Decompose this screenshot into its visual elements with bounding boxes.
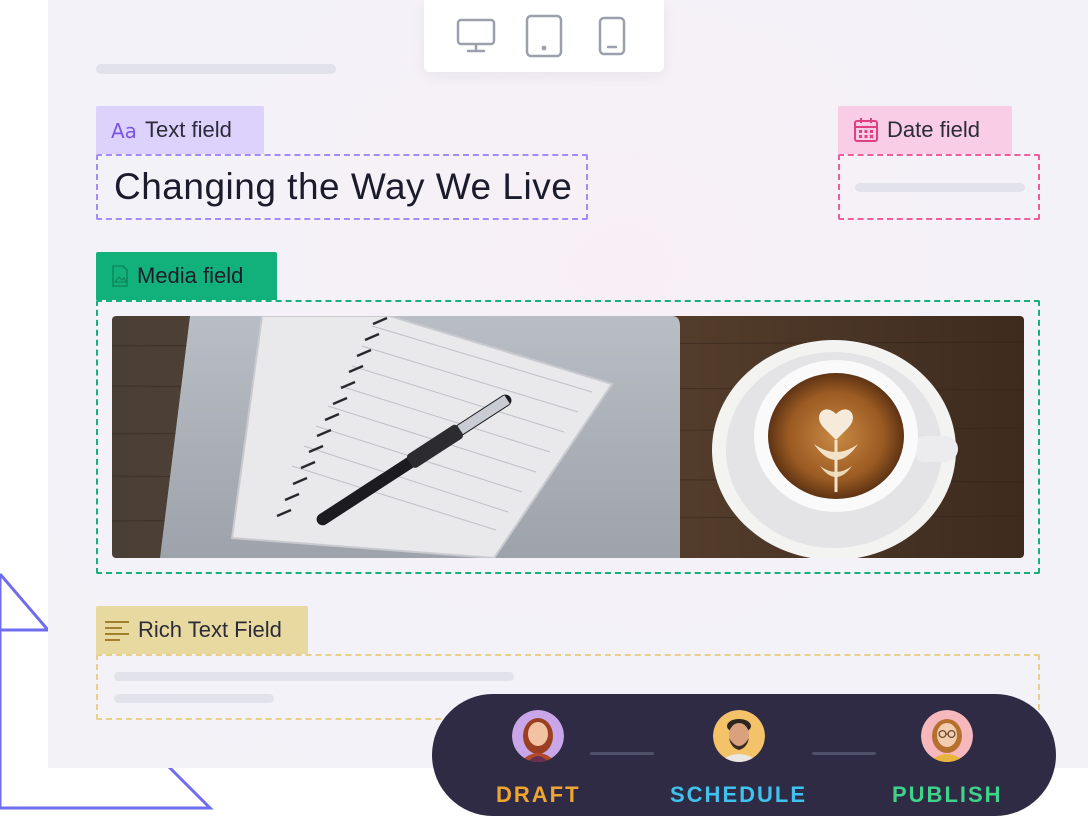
date-placeholder-line: [855, 183, 1025, 192]
text-lines-icon: [104, 619, 130, 641]
media-field-tag: Media field: [96, 252, 277, 300]
workflow-connector-2: [812, 752, 876, 755]
media-image-notebook-coffee[interactable]: [112, 316, 1024, 558]
svg-text:Aa: Aa: [111, 119, 137, 141]
calendar-icon: [853, 117, 879, 143]
media-field-label: Media field: [137, 263, 244, 288]
rich-text-placeholder-line-1: [114, 672, 514, 681]
stage-schedule-label: SCHEDULE: [670, 782, 808, 807]
rich-text-field-tag: Rich Text Field: [96, 606, 308, 654]
date-field-label: Date field: [887, 117, 980, 142]
date-field-tag: Date field: [838, 106, 1012, 154]
text-field-input[interactable]: Changing the Way We Live: [96, 154, 588, 220]
desktop-view-button[interactable]: [451, 11, 501, 61]
text-field-tag: Aa Text field: [96, 106, 264, 154]
avatar-woman-glasses: [921, 710, 974, 762]
publishing-workflow: DRAFT SCHEDULE PUBLISH: [432, 694, 1056, 816]
workflow-connector-1: [590, 752, 654, 755]
title-placeholder-line: [96, 64, 336, 74]
stage-draft[interactable]: DRAFT: [496, 710, 581, 808]
stage-draft-label: DRAFT: [496, 782, 581, 807]
date-field-input[interactable]: [838, 154, 1040, 220]
media-field-dropzone[interactable]: [96, 300, 1040, 574]
mobile-view-button[interactable]: [587, 11, 637, 61]
mobile-icon: [598, 16, 626, 56]
text-field-value: Changing the Way We Live: [114, 166, 573, 207]
text-field-label: Text field: [145, 117, 232, 142]
avatar-woman-red-hair: [512, 710, 565, 762]
tablet-icon: [525, 14, 563, 58]
stage-schedule[interactable]: SCHEDULE: [670, 710, 807, 808]
rich-text-placeholder-line-2: [114, 694, 274, 703]
stage-publish-label: PUBLISH: [892, 782, 1003, 807]
rich-text-field-label: Rich Text Field: [138, 617, 282, 642]
desktop-icon: [456, 18, 496, 53]
tablet-view-button[interactable]: [519, 11, 569, 61]
avatar-man-beard: [712, 710, 765, 762]
image-file-icon: [111, 265, 129, 287]
text-format-icon: Aa: [111, 119, 137, 141]
stage-publish[interactable]: PUBLISH: [892, 710, 1003, 808]
device-preview-toggle: [424, 0, 664, 72]
